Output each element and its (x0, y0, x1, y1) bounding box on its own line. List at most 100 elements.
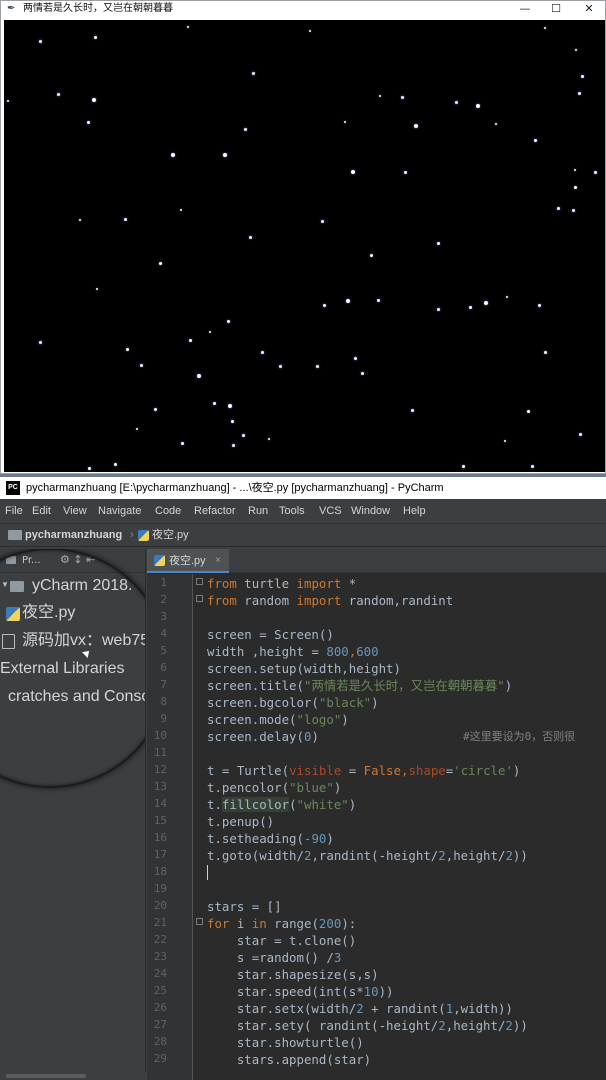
line-number: 4 (160, 627, 167, 640)
star (361, 372, 364, 375)
python-file-icon (6, 607, 20, 621)
close-tab-icon[interactable]: × (215, 554, 221, 568)
expand-arrow-icon[interactable]: ▼ (1, 580, 9, 589)
star (209, 331, 211, 333)
line-number: 19 (153, 882, 167, 895)
menu-refactor[interactable]: Refactor (194, 504, 236, 518)
star (309, 30, 311, 32)
scrollbar-thumb[interactable] (6, 1074, 86, 1078)
line-number: 25 (153, 984, 167, 997)
star (261, 351, 264, 354)
star (370, 254, 373, 257)
fold-marker-icon[interactable] (196, 595, 203, 602)
star (92, 98, 96, 102)
pycharm-title-bar[interactable]: PC pycharmanzhuang [E:\pycharmanzhuang] … (0, 477, 606, 499)
star (323, 304, 326, 307)
breadcrumb-project[interactable]: pycharmanzhuang (25, 528, 122, 542)
star (189, 339, 192, 342)
line-number: 16 (153, 831, 167, 844)
line-number: 18 (153, 865, 167, 878)
line-number: 11 (153, 746, 167, 759)
code-line-16: t.setheading(-90) (207, 831, 334, 846)
pycharm-window: PC pycharmanzhuang [E:\pycharmanzhuang] … (0, 477, 606, 1080)
star (484, 301, 488, 305)
breadcrumb-separator: › (130, 529, 134, 541)
star (572, 209, 575, 212)
star (197, 374, 201, 378)
code-line-15: t.penup() (207, 814, 275, 829)
star (223, 153, 227, 157)
menu-help[interactable]: Help (403, 504, 426, 518)
star (544, 351, 547, 354)
tree-item-scratches[interactable]: cratches and Consol (0, 685, 145, 709)
star (469, 306, 472, 309)
menu-view[interactable]: View (63, 504, 87, 518)
fold-marker-icon[interactable] (196, 578, 203, 585)
menu-vcs[interactable]: VCS (319, 504, 342, 518)
line-number: 9 (160, 712, 167, 725)
horizontal-scrollbar[interactable] (0, 1072, 146, 1080)
star (252, 72, 255, 75)
code-line-4: screen = Screen() (207, 627, 334, 642)
menu-code[interactable]: Code (155, 504, 181, 518)
folder-icon (10, 581, 24, 592)
code-line-2: from random import random,randint (207, 593, 454, 608)
code-area[interactable]: from turtle import * from random import … (207, 574, 606, 1080)
night-sky-canvas (4, 20, 605, 472)
line-number: 1 (160, 576, 167, 589)
star (527, 410, 530, 413)
star (351, 170, 355, 174)
close-icon[interactable]: ✕ (574, 1, 604, 16)
star (344, 121, 346, 123)
feather-icon: ✒ (7, 3, 16, 14)
star (462, 465, 465, 468)
line-number: 29 (153, 1052, 167, 1065)
fold-marker-icon[interactable] (196, 918, 203, 925)
tree-item-source[interactable]: 源码加vx：web7599 (0, 629, 145, 653)
turtle-title-bar[interactable]: ✒ 两情若是久长时，又岂在朝朝暮暮 — ☐ ✕ (1, 1, 605, 17)
tree-item-external-libraries[interactable]: External Libraries (0, 657, 145, 681)
star (401, 96, 404, 99)
project-panel-header: Pr... ⚙ ↕ ⇤ (0, 549, 145, 573)
menu-window[interactable]: Window (351, 504, 390, 518)
star (316, 365, 319, 368)
star (249, 236, 252, 239)
star (88, 467, 91, 470)
panel-settings-icon[interactable]: ⚙ ↕ ⇤ (60, 553, 95, 567)
breadcrumb-file[interactable]: 夜空.py (152, 528, 189, 542)
code-line-13: t.pencolor("blue") (207, 780, 342, 795)
star (377, 299, 380, 302)
menu-tools[interactable]: Tools (279, 504, 305, 518)
line-number: 8 (160, 695, 167, 708)
menu-file[interactable]: File (5, 504, 23, 518)
menu-edit[interactable]: Edit (32, 504, 51, 518)
code-line-29: stars.append(star) (207, 1052, 372, 1067)
star (414, 124, 418, 128)
line-number: 22 (153, 933, 167, 946)
star (437, 242, 440, 245)
line-number: 3 (160, 610, 167, 623)
code-line-7: screen.title("两情若是久长时，又岂在朝朝暮暮") (207, 678, 513, 693)
minimize-icon[interactable]: — (510, 1, 540, 16)
menu-navigate[interactable]: Navigate (98, 504, 141, 518)
code-line-5: width ,height = 800,600 (207, 644, 379, 659)
line-number: 5 (160, 644, 167, 657)
tab-file[interactable]: 夜空.py × (147, 549, 229, 573)
maximize-icon[interactable]: ☐ (541, 1, 571, 16)
star (538, 304, 541, 307)
star (126, 348, 129, 351)
project-panel-label[interactable]: Pr... (22, 554, 41, 568)
python-file-icon (154, 555, 165, 566)
project-folder-icon (6, 556, 16, 564)
tree-item-project-root[interactable]: ▼ yCharm 2018. (0, 575, 145, 597)
line-number: 17 (153, 848, 167, 861)
line-number: 27 (153, 1018, 167, 1031)
menu-run[interactable]: Run (248, 504, 268, 518)
star (180, 209, 182, 211)
star (581, 75, 584, 78)
code-editor[interactable]: 夜空.py × 1 2 3 4 5 6 7 8 9 10 11 12 13 14 15 16 17 18 19 20 2… (147, 549, 606, 1080)
star (39, 341, 42, 344)
star (228, 404, 232, 408)
tree-item-label: yCharm 2018. (32, 577, 133, 594)
tree-item-file[interactable]: 夜空.py (0, 601, 145, 625)
